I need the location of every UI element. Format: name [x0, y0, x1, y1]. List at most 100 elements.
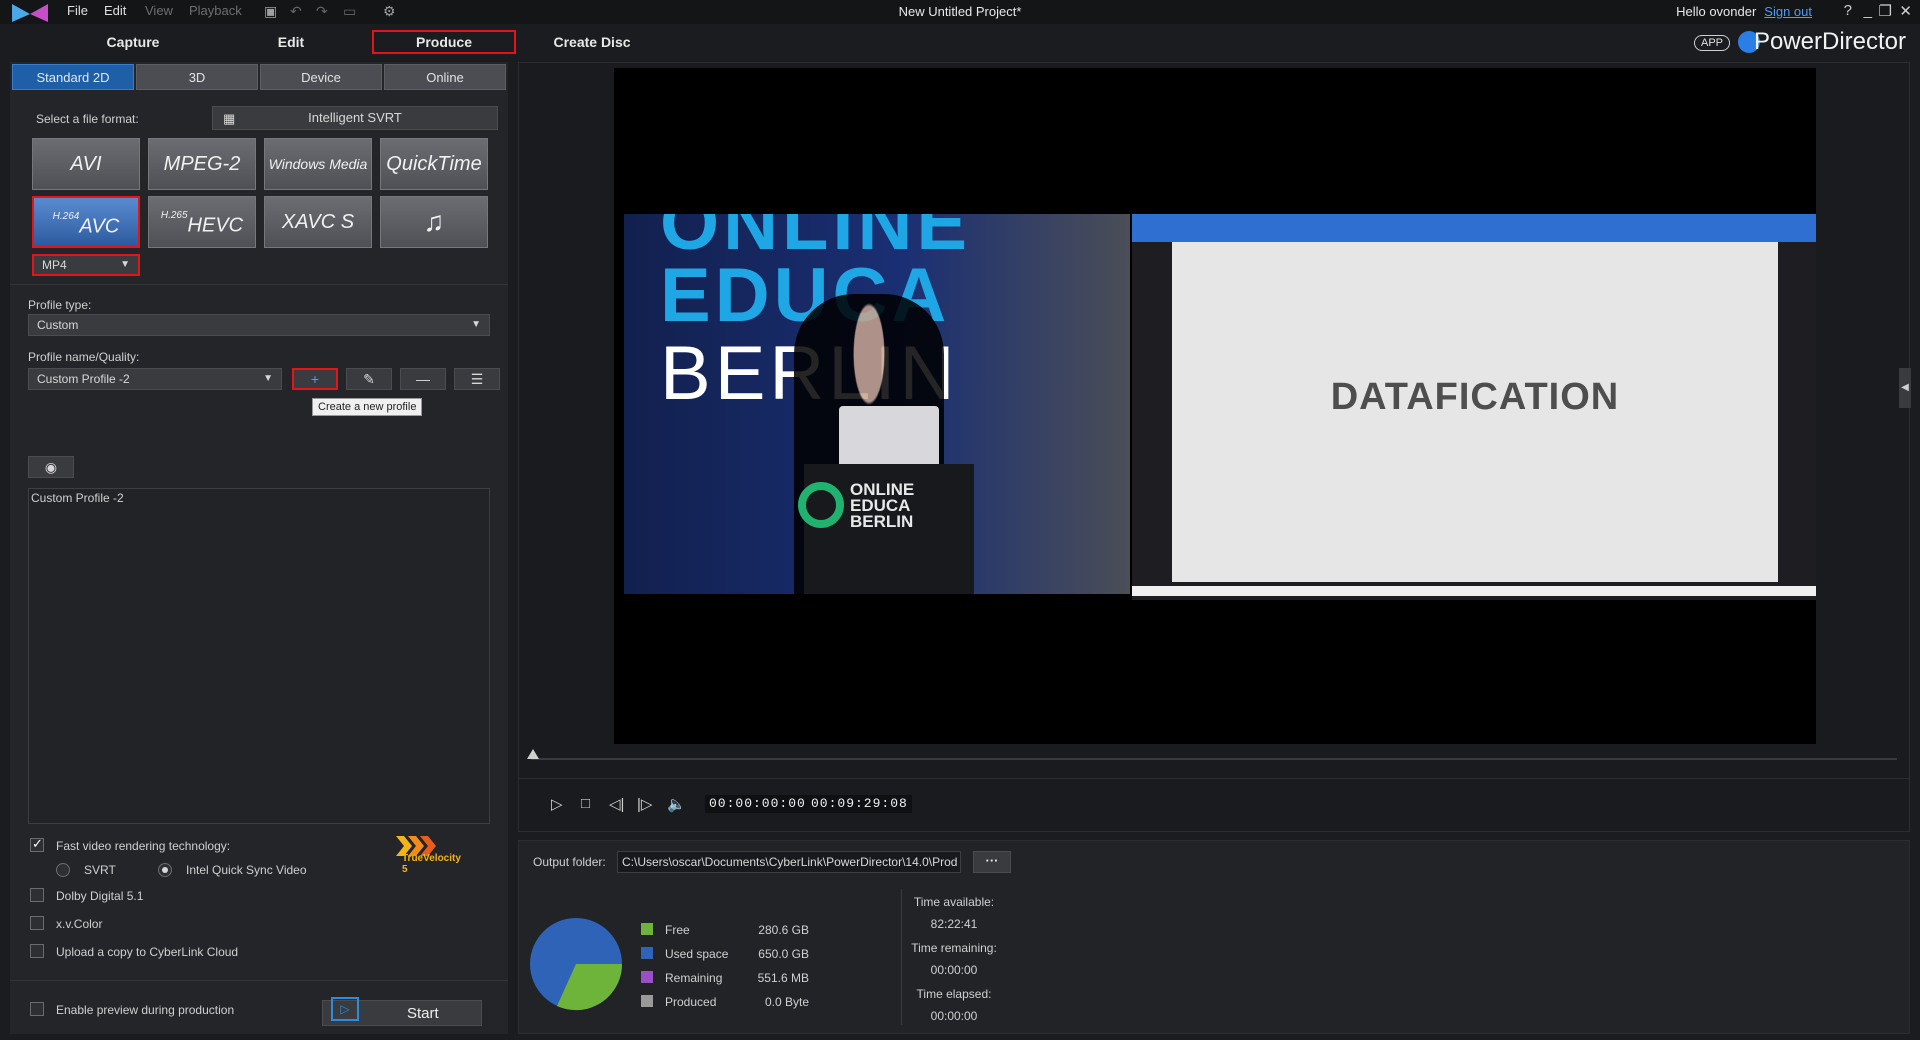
profile-description-text: Custom Profile -2 — [31, 491, 124, 505]
close-icon[interactable]: ✕ — [1899, 2, 1912, 20]
xvcolor-checkbox[interactable] — [30, 916, 44, 930]
browser-toolbar — [1132, 214, 1816, 242]
upload-cloud-checkbox[interactable] — [30, 944, 44, 958]
timeline-scrubber[interactable] — [531, 758, 1897, 760]
podium: ONLINE EDUCA BERLIN — [798, 464, 974, 594]
format-hevc-button[interactable]: H.265HEVC — [148, 196, 256, 248]
enable-preview-checkbox[interactable] — [30, 1002, 44, 1016]
divider — [10, 980, 508, 981]
previous-frame-icon[interactable]: ◁| — [609, 795, 624, 813]
chevron-down-icon: ▼ — [120, 259, 130, 270]
container-format-select[interactable]: MP4 ▼ — [32, 254, 140, 276]
upload-cloud-label: Upload a copy to CyberLink Cloud — [56, 945, 239, 959]
legend-remaining-swatch — [641, 971, 653, 983]
intel-quick-sync-radio[interactable] — [158, 863, 172, 877]
current-timecode[interactable]: 00:00:00:00 — [705, 795, 810, 813]
profile-type-label: Profile type: — [28, 298, 92, 312]
intelligent-svrt-button[interactable]: ▦ Intelligent SVRT — [212, 106, 498, 130]
restore-icon[interactable]: ❐ — [1879, 2, 1892, 20]
browse-folder-button[interactable]: ··· — [973, 851, 1011, 873]
divider — [901, 889, 902, 1025]
file-format-label: Select a file format: — [36, 112, 139, 126]
tab-capture[interactable]: Capture — [88, 30, 178, 54]
collapse-panel-handle[interactable]: ◀ — [1899, 368, 1911, 408]
main-tabs: Capture Edit Produce Create Disc APP Pow… — [0, 26, 1920, 58]
profile-name-select[interactable]: Custom Profile -2 ▼ — [28, 368, 282, 390]
tooltip: Create a new profile — [312, 398, 423, 416]
edit-profile-button[interactable]: ✎ — [346, 368, 392, 390]
minus-icon: — — [416, 371, 430, 387]
app-badge[interactable]: APP — [1693, 35, 1730, 51]
format-quicktime-button[interactable]: QuickTime — [380, 138, 488, 190]
delete-profile-button[interactable]: — — [400, 368, 446, 390]
svrt-radio-label: SVRT — [84, 863, 116, 877]
format-avi-button[interactable]: AVI — [32, 138, 140, 190]
minimize-icon[interactable]: _ — [1864, 2, 1872, 19]
time-remaining-label: Time remaining: — [911, 941, 997, 955]
play-icon[interactable]: ▷ — [551, 795, 563, 813]
time-remaining-value: 00:00:00 — [930, 963, 978, 977]
profile-name-value: Custom Profile -2 — [37, 372, 130, 386]
avc-codec-label: H.264 — [52, 211, 80, 222]
profile-type-select[interactable]: Custom ▼ — [28, 314, 490, 336]
enable-preview-label: Enable preview during production — [56, 1003, 235, 1017]
video-preview[interactable]: ONLINE EDUCA BERLIN ONLINE EDUCA BERLIN … — [614, 68, 1816, 744]
profile-name-label: Profile name/Quality: — [28, 350, 140, 364]
preview-panel: ONLINE EDUCA BERLIN ONLINE EDUCA BERLIN … — [518, 62, 1911, 832]
divider — [10, 284, 508, 285]
slide-title: DATAFICATION — [1330, 376, 1620, 418]
format-avc-button[interactable]: H.264AVC — [32, 196, 140, 248]
help-icon[interactable]: ? — [1844, 2, 1852, 19]
format-xavcs-button[interactable]: XAVC S — [264, 196, 372, 248]
sign-out-link[interactable]: Sign out — [1764, 4, 1812, 19]
legend-produced-swatch — [641, 995, 653, 1007]
playback-controls: ▷ □ ◁| |▷ 🔈 00:00:00:00 00:09:29:08 — [519, 778, 1909, 829]
chevron-down-icon: ▼ — [263, 373, 273, 384]
greeting-text: Hello ovonder — [1676, 4, 1757, 19]
presentation-screen: DATAFICATION — [1132, 214, 1816, 600]
produce-play-icon: ▷ — [331, 997, 359, 1021]
format-audio-button[interactable]: ♫ — [380, 196, 488, 248]
music-note-icon: ♫ — [423, 206, 445, 237]
time-available-value: 82:22:41 — [930, 917, 978, 931]
window-title: New Untitled Project* — [898, 4, 1022, 19]
tab-device[interactable]: Device — [260, 64, 382, 90]
profile-description-box: Custom Profile -2 — [28, 488, 490, 824]
plus-icon: + — [310, 371, 320, 387]
tab-produce[interactable]: Produce — [372, 30, 516, 54]
playhead-icon[interactable] — [527, 749, 539, 759]
laptop-icon — [839, 406, 939, 468]
avc-label: AVC — [79, 215, 120, 238]
total-timecode: 00:09:29:08 — [807, 795, 912, 813]
legend-used-swatch — [641, 947, 653, 959]
legend-remaining-label: Remaining — [665, 971, 723, 985]
tab-standard-2d[interactable]: Standard 2D — [12, 64, 134, 90]
legend-free-label: Free — [665, 923, 690, 937]
time-elapsed-value: 00:00:00 — [930, 1009, 978, 1023]
podium-text-line3: BERLIN — [850, 512, 914, 531]
output-folder-input[interactable]: C:\Users\oscar\Documents\CyberLink\Power… — [617, 851, 961, 873]
stop-icon[interactable]: □ — [581, 795, 590, 812]
disk-usage-pie-chart — [530, 918, 623, 1011]
dolby-checkbox[interactable] — [30, 888, 44, 902]
create-profile-button[interactable]: + — [292, 368, 338, 390]
tab-edit[interactable]: Edit — [246, 30, 336, 54]
preview-profile-button[interactable]: ◉ — [28, 456, 74, 478]
volume-icon[interactable]: 🔈 — [667, 795, 686, 813]
intel-quick-sync-label: Intel Quick Sync Video — [186, 863, 307, 877]
format-mpeg2-button[interactable]: MPEG-2 — [148, 138, 256, 190]
profile-details-button[interactable]: ☰ — [454, 368, 500, 390]
legend-produced-label: Produced — [665, 995, 717, 1009]
fast-render-checkbox[interactable] — [30, 836, 44, 852]
start-button[interactable]: ▷ Start — [322, 997, 482, 1026]
legend-free-value: 280.6 GB — [758, 923, 809, 937]
user-greeting: Hello ovonder Sign out — [1676, 4, 1812, 19]
podium-text: ONLINE EDUCA BERLIN — [850, 481, 914, 531]
format-windows-media-button[interactable]: Windows Media — [264, 138, 372, 190]
tab-create-disc[interactable]: Create Disc — [550, 30, 634, 54]
next-frame-icon[interactable]: |▷ — [637, 795, 652, 813]
svrt-radio[interactable] — [56, 863, 70, 877]
title-bar: File Edit View Playback ▣ ↶ ↷ ▭ ⚙ New Un… — [0, 0, 1920, 24]
tab-3d[interactable]: 3D — [136, 64, 258, 90]
tab-online[interactable]: Online — [384, 64, 506, 90]
